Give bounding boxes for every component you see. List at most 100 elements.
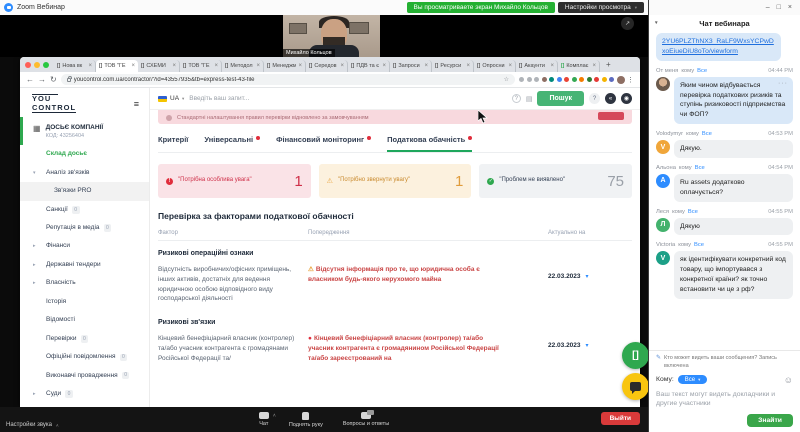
speaker-video-thumbnail[interactable]: Михайло Кольцов (283, 15, 380, 57)
browser-tab[interactable]: []Опросни× (474, 60, 516, 72)
extension-icon[interactable] (572, 77, 577, 82)
sidebar-item-zvyazky-pro[interactable]: Зв'язки PRO (20, 182, 149, 200)
maximize-window-icon[interactable] (43, 62, 49, 68)
extension-icon[interactable] (579, 77, 584, 82)
tab-close-icon[interactable]: × (298, 63, 302, 69)
new-tab-button[interactable]: + (600, 60, 617, 69)
browser-profile-avatar[interactable] (617, 76, 625, 84)
history-icon[interactable]: « (605, 93, 616, 104)
refresh-icon[interactable]: ↻ (50, 75, 57, 84)
sidebar-item-analiz-zvyazkiv[interactable]: ▾Аналіз зв'язків (20, 164, 149, 182)
extension-icon[interactable] (519, 77, 524, 82)
tab-universalni[interactable]: Універсальні (204, 135, 260, 152)
help-circle-icon[interactable]: ? (589, 93, 600, 104)
leave-meeting-button[interactable]: Выйти (601, 412, 640, 425)
extension-icon[interactable] (602, 77, 607, 82)
minimize-window-icon[interactable] (34, 62, 40, 68)
tab-close-icon[interactable]: × (466, 63, 470, 69)
sidebar-item-perevirky[interactable]: Перевірки0 (20, 330, 149, 348)
sidebar-item-sanktsii[interactable]: Санкції0 (20, 201, 149, 219)
qa-button[interactable]: Вопросы и ответы (343, 412, 389, 428)
sidebar-item-sudy[interactable]: ▸Суди0 (20, 385, 149, 403)
sidebar-item-reputatsiya[interactable]: Репутація в медіа0 (20, 219, 149, 237)
tab-podatkova-obachnist[interactable]: Податкова обачність (387, 135, 472, 152)
tab-close-icon[interactable]: × (131, 63, 135, 69)
tab-close-icon[interactable]: × (88, 63, 92, 69)
message-more-icon[interactable]: ··· (778, 79, 788, 89)
url-field[interactable]: youcontrol.com.ua/contractor/?id=4355793… (61, 74, 515, 85)
tab-close-icon[interactable]: × (382, 63, 386, 69)
sidebar-item-provadzhennya[interactable]: Виконавчі провадження0 (20, 367, 140, 385)
recipient-selector[interactable]: Все ▾ (678, 375, 708, 384)
expand-video-icon[interactable]: ↗ (621, 17, 634, 30)
emoji-icon[interactable]: ☺ (784, 375, 793, 385)
window-traffic-lights[interactable] (25, 57, 54, 72)
browser-tab[interactable]: []Менеджм× (264, 60, 306, 72)
browser-menu-icon[interactable]: ⋮ (627, 76, 634, 84)
browser-tab[interactable]: []Ресурси× (432, 60, 474, 72)
sidebar-item-tendery[interactable]: ▸Державні тендери (20, 256, 149, 274)
search-input[interactable] (189, 95, 507, 102)
extension-icon[interactable] (527, 77, 532, 82)
keyboard-icon[interactable]: ▤ (526, 95, 533, 103)
sidebar-item-sklad-dosye[interactable]: Склад досьє (20, 145, 149, 163)
browser-tab[interactable]: []Комплає× (558, 60, 600, 72)
sidebar-item-istoriya[interactable]: Історія (20, 293, 149, 311)
tab-kryterii[interactable]: Критерії (158, 135, 188, 152)
tab-close-icon[interactable]: × (508, 63, 512, 69)
browser-tab-active[interactable]: []ТОВ "ГЕ× (96, 60, 138, 72)
sidebar-item-finansy[interactable]: ▸Фінанси (20, 237, 149, 255)
audio-settings-button[interactable]: Настройки звука ˄ (6, 422, 59, 428)
search-button[interactable]: Пошук (537, 91, 584, 106)
browser-tab[interactable]: []Акаунти× (516, 60, 558, 72)
back-icon[interactable]: ← (26, 75, 34, 84)
browser-tab[interactable]: []ТОВ "ГЕ× (180, 60, 222, 72)
send-button[interactable]: Знайти (747, 414, 793, 427)
tab-close-icon[interactable]: × (256, 63, 260, 69)
page-url[interactable]: youcontrol.com.ua/contractor/?id=4355793… (74, 77, 501, 83)
extension-icon[interactable] (542, 77, 547, 82)
chevron-down-icon[interactable]: ▾ (586, 343, 589, 349)
browser-tab[interactable]: []Середов× (306, 60, 348, 72)
extension-icon[interactable] (587, 77, 592, 82)
view-settings-button[interactable]: Настройки просмотра ▾ (558, 2, 644, 13)
extension-icon[interactable] (564, 77, 569, 82)
form-link[interactable]: 2YU6PLZThNX3_RaLF9WxsYCPwDxoEiueDiU8oTo/… (662, 38, 774, 55)
tab-close-icon[interactable]: × (592, 63, 596, 69)
extension-icon[interactable] (609, 77, 614, 82)
livechat-widget[interactable] (622, 373, 649, 400)
record-icon[interactable]: ◉ (621, 93, 632, 104)
browser-tab[interactable]: []СХЕМИ× (138, 60, 180, 72)
forward-icon[interactable]: → (38, 75, 46, 84)
tab-close-icon[interactable]: × (424, 63, 428, 69)
banner-action-button[interactable] (598, 112, 624, 120)
help-icon[interactable]: ? (512, 94, 521, 103)
browser-tab[interactable]: []Методол× (222, 60, 264, 72)
chat-button[interactable]: ˄ Чат (259, 412, 269, 428)
youcontrol-logo[interactable]: YOU CONTROL (32, 94, 76, 113)
sidebar-item-povidomlennya[interactable]: Офіційні повідомлення0 (20, 348, 149, 366)
hamburger-menu-icon[interactable]: ≡ (134, 99, 139, 109)
browser-tab[interactable]: []ПДВ та є× (348, 60, 390, 72)
extension-icon[interactable] (557, 77, 562, 82)
tab-finmonitoring[interactable]: Фінансовий моніторинг (276, 135, 371, 152)
extension-icon[interactable] (594, 77, 599, 82)
close-window-icon[interactable] (25, 62, 31, 68)
minimize-icon[interactable]: – (766, 4, 770, 11)
tab-close-icon[interactable]: × (172, 63, 176, 69)
maximize-icon[interactable]: □ (777, 4, 781, 11)
extension-icon[interactable] (534, 77, 539, 82)
youcontrol-chat-widget[interactable]: [] (622, 342, 649, 369)
chevron-down-icon[interactable]: ▾ (655, 20, 658, 26)
extension-icon[interactable] (549, 77, 554, 82)
tab-close-icon[interactable]: × (340, 63, 344, 69)
language-selector[interactable]: UA ▾ (158, 95, 184, 102)
sidebar-item-vlasnist[interactable]: ▸Власність (20, 274, 149, 292)
tab-close-icon[interactable]: × (550, 63, 554, 69)
tab-close-icon[interactable]: × (214, 63, 218, 69)
chat-input[interactable]: Ваш текст могут видеть докладчики и друг… (656, 390, 793, 408)
browser-tab[interactable]: []Запроси× (390, 60, 432, 72)
chevron-down-icon[interactable]: ▾ (586, 274, 589, 280)
raise-hand-button[interactable]: Поднять руку (289, 412, 323, 428)
bookmark-star-icon[interactable]: ☆ (504, 76, 509, 83)
